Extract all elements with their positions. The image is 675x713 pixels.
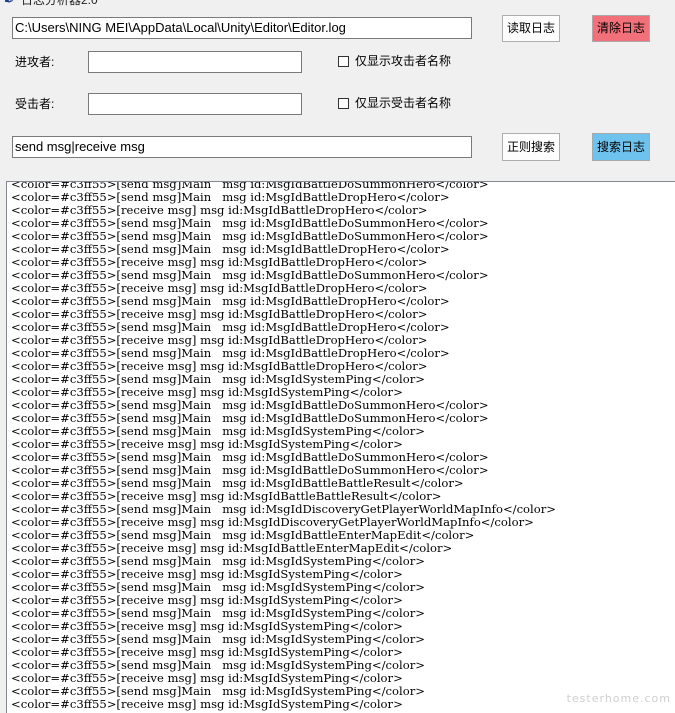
clear-log-button[interactable]: 清除日志	[592, 15, 650, 42]
victim-name-only-label[interactable]: 仅显示受击者名称	[355, 95, 451, 111]
victim-name-only-checkbox[interactable]	[338, 98, 349, 109]
victim-input[interactable]	[88, 93, 302, 115]
attacker-input[interactable]	[88, 51, 302, 73]
search-pattern-input[interactable]: send msg|receive msg	[12, 136, 472, 158]
attacker-name-only-checkbox[interactable]	[338, 56, 349, 67]
window-title: 日志分析器2.0	[21, 0, 98, 7]
log-output-textarea[interactable]: <color=#c3ff55>[send msg]Main msg id:Msg…	[6, 181, 675, 713]
log-lines: <color=#c3ff55>[send msg]Main msg id:Msg…	[11, 182, 556, 711]
attacker-name-only-label[interactable]: 仅显示攻击者名称	[355, 53, 451, 69]
log-path-input[interactable]: C:\Users\NING MEI\AppData\Local\Unity\Ed…	[12, 17, 472, 39]
watermark: testerhome.com	[566, 692, 671, 705]
log-line: <color=#c3ff55>[receive msg] msg id:MsgI…	[11, 697, 403, 711]
title-bar: ✒ 日志分析器2.0	[0, 0, 675, 10]
feather-icon: ✒	[4, 0, 15, 8]
victim-label: 受击者:	[15, 97, 55, 111]
regex-search-button[interactable]: 正则搜索	[502, 133, 560, 161]
search-log-button[interactable]: 搜索日志	[592, 133, 650, 161]
read-log-button[interactable]: 读取日志	[502, 15, 560, 42]
attacker-label: 进攻者:	[15, 55, 55, 69]
